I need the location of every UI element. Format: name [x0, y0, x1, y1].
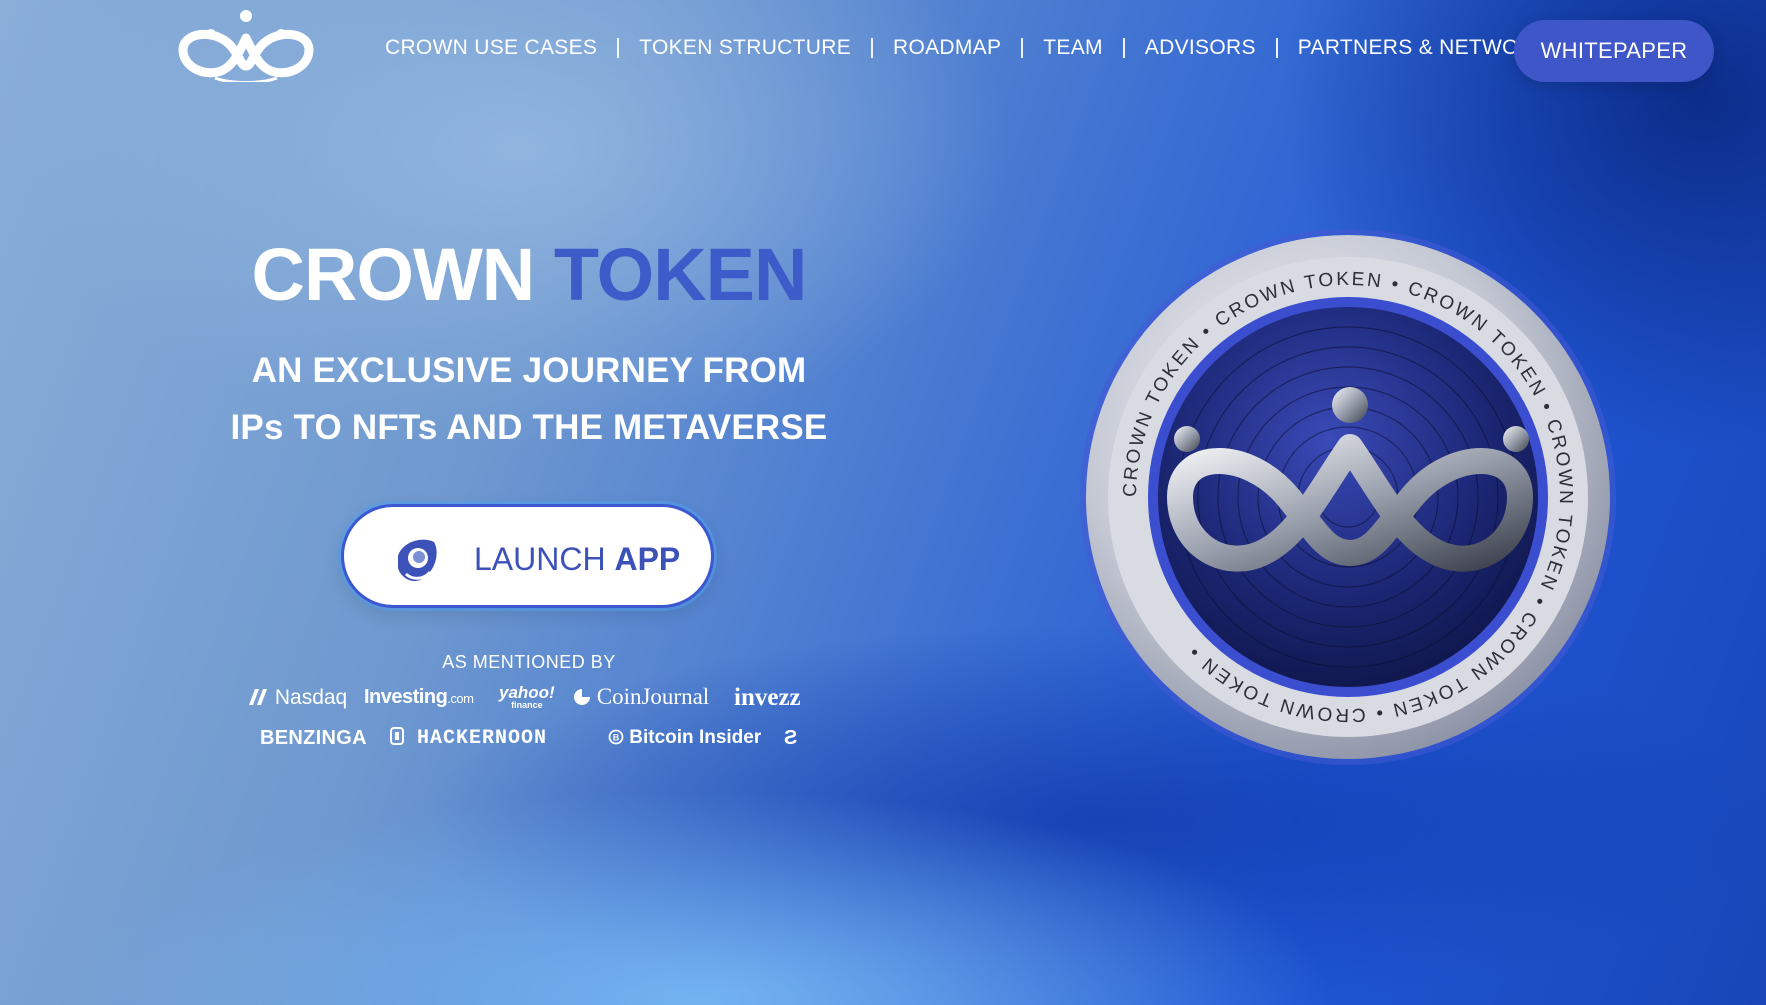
nav-divider [1275, 38, 1278, 58]
press-logo-coinjournal[interactable]: CoinJournal [573, 684, 709, 710]
hero-title: CROWN TOKEN [0, 232, 1058, 317]
coinjournal-icon [574, 689, 590, 705]
top-navigation: CROWN USE CASES TOKEN STRUCTURE ROADMAP … [0, 0, 1766, 100]
hero-subtitle-line1: AN EXCLUSIVE JOURNEY FROM [251, 351, 807, 390]
whitepaper-button[interactable]: WHITEPAPER [1514, 20, 1714, 82]
app-launch-icon [398, 539, 437, 582]
launch-label-part2: APP [614, 541, 681, 577]
nav-divider [617, 38, 620, 58]
mentioned-by-label: AS MENTIONED BY [442, 652, 616, 672]
hero-title-crown: CROWN [251, 233, 536, 316]
nav-advisors[interactable]: ADVISORS [1145, 36, 1256, 60]
nav-divider [871, 38, 873, 58]
press-investing-label: Investing [364, 686, 448, 708]
press-logo-extra[interactable]: Ƨ [784, 727, 797, 750]
press-logo-invezz[interactable]: invezz [734, 684, 801, 712]
press-nasdaq-label: Nasdaq [274, 686, 348, 709]
press-logo-yahoo-finance[interactable]: yahoo! finance [499, 684, 555, 712]
hero-title-token: TOKEN [553, 233, 808, 316]
press-logo-benzinga[interactable]: BENZINGA [260, 727, 367, 750]
press-hackernoon-label: HACKERNOON [417, 727, 548, 750]
bitcoin-insider-icon: B [608, 729, 624, 745]
hackernoon-icon [390, 727, 404, 745]
press-logo-bitcoin-insider[interactable]: B Bitcoin Insider [608, 727, 761, 749]
nav-crown-use-cases[interactable]: CROWN USE CASES [385, 36, 597, 60]
press-logo-investing[interactable]: Investing.com [364, 686, 474, 709]
press-investing-suffix: .com [447, 691, 474, 706]
press-coinjournal-label: CoinJournal [596, 684, 710, 709]
crown-token-coin: CROWN TOKEN • CROWN TOKEN • CROWN TOKEN … [1080, 229, 1616, 765]
launch-app-label: LAUNCH APP [474, 541, 680, 578]
nav-divider [1021, 38, 1024, 58]
press-logo-nasdaq[interactable]: Nasdaq [247, 686, 347, 710]
nav-divider [1122, 38, 1125, 58]
main-menu: CROWN USE CASES TOKEN STRUCTURE ROADMAP … [385, 36, 1563, 60]
svg-text:B: B [613, 733, 620, 743]
nav-team[interactable]: TEAM [1043, 36, 1103, 60]
nav-roadmap[interactable]: ROADMAP [893, 36, 1001, 60]
hero-subtitle: AN EXCLUSIVE JOURNEY FROM IPs TO NFTs AN… [0, 342, 1058, 456]
hero-subtitle-line2: IPs TO NFTs AND THE METAVERSE [230, 408, 828, 447]
launch-label-part1: LAUNCH [474, 541, 606, 577]
nav-token-structure[interactable]: TOKEN STRUCTURE [639, 36, 851, 60]
crown-logo[interactable] [175, 8, 317, 82]
nasdaq-icon [249, 689, 267, 705]
coin-face [1158, 307, 1538, 687]
press-logo-hackernoon[interactable]: HACKERNOON [390, 727, 547, 750]
launch-app-button[interactable]: LAUNCH APP [341, 504, 714, 608]
press-bitcoin-insider-label: Bitcoin Insider [629, 727, 762, 748]
